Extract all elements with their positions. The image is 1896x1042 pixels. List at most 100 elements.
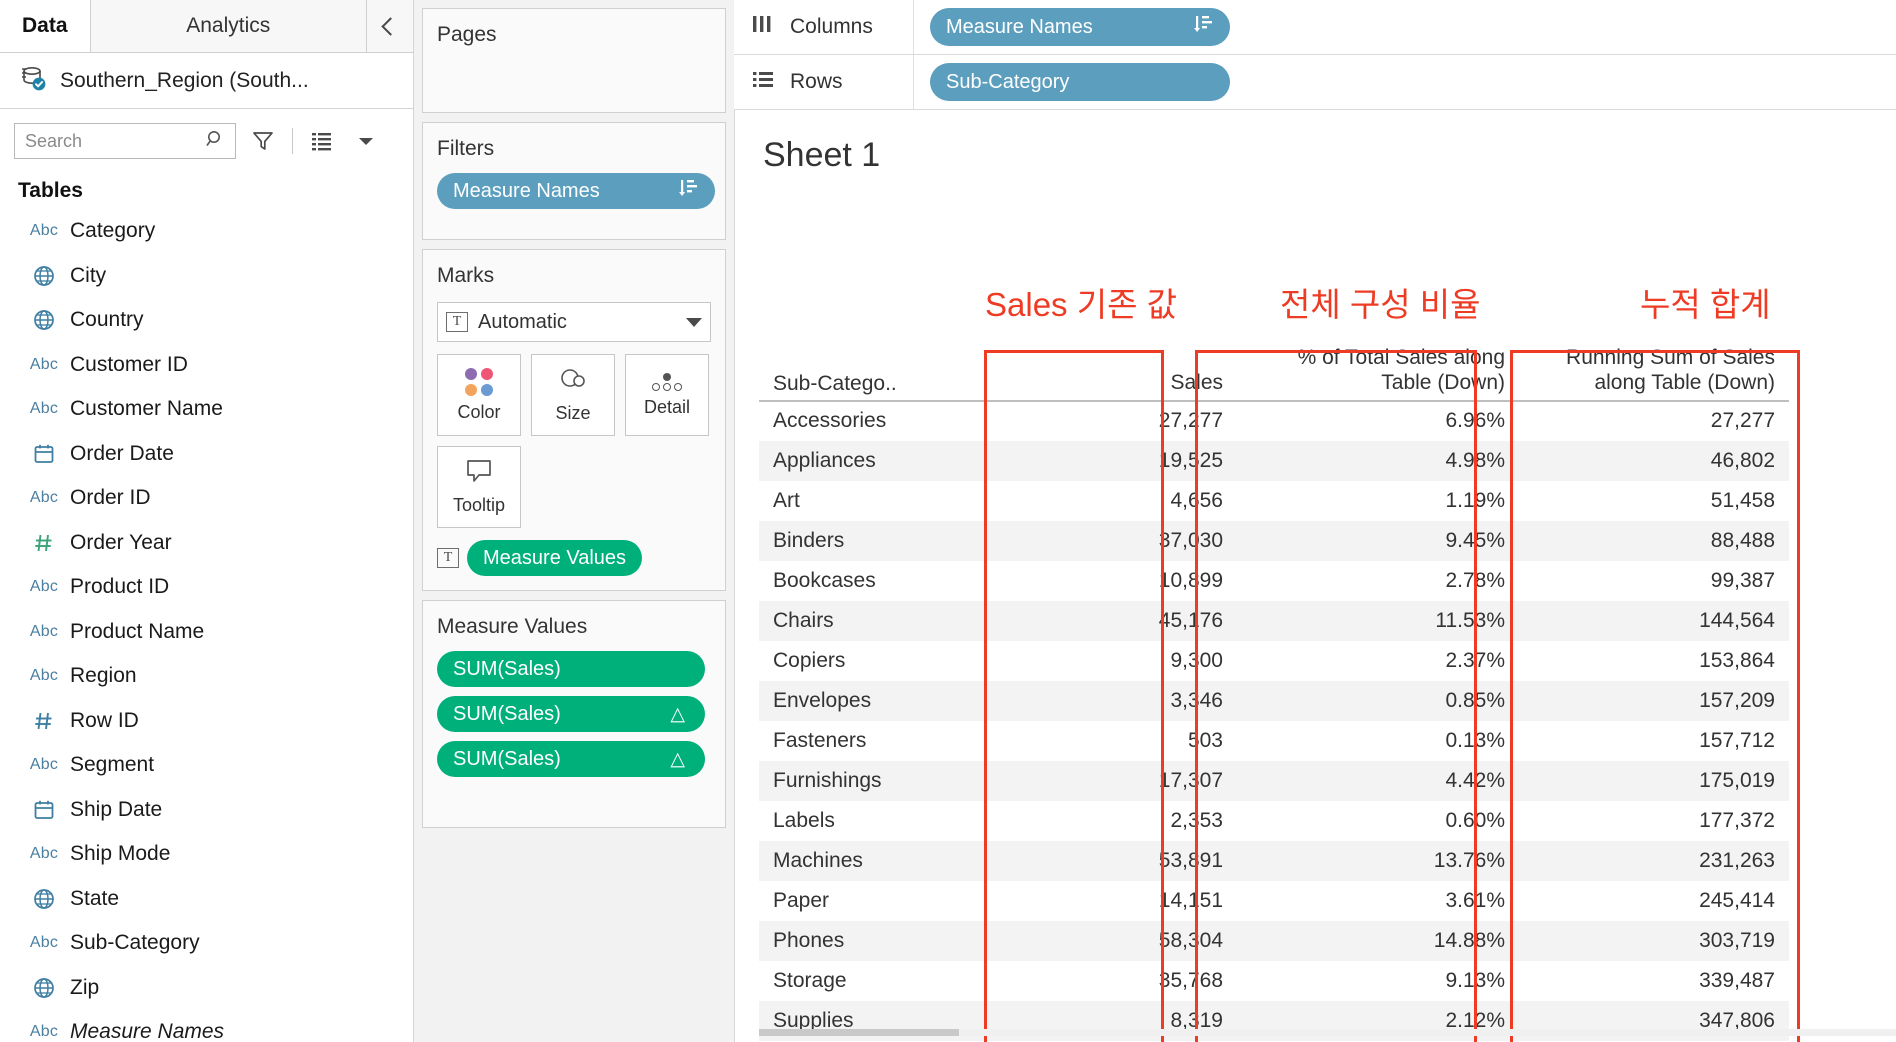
filter-pill-label: Measure Names	[453, 179, 600, 202]
cell-sales: 4,656	[1170, 488, 1223, 512]
cell-category: Accessories	[773, 409, 887, 433]
field-item[interactable]: Abc Region	[0, 654, 413, 699]
rows-shelf-drop[interactable]: Sub-Category	[914, 55, 1896, 109]
pages-card[interactable]: Pages	[422, 8, 726, 113]
cell-running: 177,372	[1699, 808, 1775, 832]
filters-title: Filters	[437, 137, 495, 160]
mark-type-dropdown[interactable]: T Automatic	[437, 302, 711, 342]
measure-value-pill[interactable]: SUM(Sales)	[437, 651, 705, 687]
text-mark-icon: T	[446, 312, 468, 332]
abc-text-icon: Abc	[29, 756, 59, 774]
field-item[interactable]: Order Date	[0, 432, 413, 477]
table-row[interactable]: Envelopes 3,346 0.85% 157,209	[759, 680, 1789, 721]
cell-sales: 9,300	[1170, 648, 1223, 672]
field-item[interactable]: Country	[0, 298, 413, 343]
table-row[interactable]: Fasteners 503 0.13% 157,712	[759, 721, 1789, 761]
marks-title: Marks	[437, 264, 495, 287]
column-header-pct-of-total[interactable]: % of Total Sales along Table (Down)	[1237, 346, 1519, 402]
size-button[interactable]: Size	[531, 354, 615, 436]
table-row[interactable]: Paper 14,151 3.61% 245,414	[759, 881, 1789, 921]
tab-data[interactable]: Data	[0, 0, 90, 52]
table-row[interactable]: Storage 35,768 9.13% 339,487	[759, 961, 1789, 1001]
measure-value-pill[interactable]: SUM(Sales) △	[437, 696, 705, 732]
field-item[interactable]: Ship Date	[0, 788, 413, 833]
detail-button[interactable]: Detail	[625, 354, 709, 436]
table-row[interactable]: Labels 2,353 0.60% 177,372	[759, 801, 1789, 841]
cell-pct: 3.61%	[1445, 888, 1505, 912]
tab-analytics[interactable]: Analytics	[89, 0, 367, 52]
hash-number-icon	[18, 531, 70, 555]
field-item[interactable]: Order Year	[0, 521, 413, 566]
table-row[interactable]: Phones 58,304 14.88% 303,719	[759, 920, 1789, 961]
marks-text-row: T Measure Values	[423, 528, 725, 576]
table-row[interactable]: Bookcases 10,899 2.78% 99,387	[759, 561, 1789, 601]
chevron-down-icon[interactable]	[349, 124, 383, 158]
size-circles-icon	[558, 366, 588, 397]
filter-pill-measure-names[interactable]: Measure Names	[437, 173, 715, 209]
horizontal-scrollbar[interactable]	[759, 1029, 1896, 1036]
field-item-measure-names[interactable]: Abc Measure Names	[0, 1010, 413, 1042]
measure-values-card: Measure Values SUM(Sales) SUM(Sales) △ S…	[422, 600, 726, 828]
cell-pct: 14.88%	[1237, 920, 1519, 961]
cell-pct: 0.85%	[1237, 680, 1519, 721]
field-item[interactable]: Row ID	[0, 699, 413, 744]
cell-category: Storage	[773, 968, 847, 992]
table-row[interactable]: Appliances 19,525 4.98% 46,802	[759, 440, 1789, 481]
field-item[interactable]: Zip	[0, 966, 413, 1011]
measure-value-pill[interactable]: SUM(Sales) △	[437, 741, 705, 777]
search-box[interactable]	[14, 123, 236, 159]
field-item[interactable]: City	[0, 254, 413, 299]
cell-category: Machines	[759, 840, 1057, 881]
detail-button-label: Detail	[643, 396, 691, 417]
tooltip-button[interactable]: Tooltip	[437, 446, 521, 528]
field-label: State	[70, 886, 120, 910]
text-pill-measure-values[interactable]: Measure Values	[467, 540, 643, 576]
columns-shelf[interactable]: Columns Measure Names	[734, 0, 1896, 55]
table-row[interactable]: Furnishings 17,307 4.42% 175,019	[759, 760, 1789, 801]
filter-icon[interactable]	[246, 124, 280, 158]
cell-sales: 3,346	[1057, 680, 1237, 721]
field-item[interactable]: State	[0, 877, 413, 922]
tables-header: Tables	[18, 179, 83, 202]
field-item[interactable]: Abc Product ID	[0, 565, 413, 610]
table-row[interactable]: Art 4,656 1.19% 51,458	[759, 481, 1789, 521]
columns-shelf-drop[interactable]: Measure Names	[914, 0, 1896, 54]
field-item[interactable]: Abc Customer Name	[0, 387, 413, 432]
search-input[interactable]	[25, 130, 205, 152]
cell-pct: 9.13%	[1445, 968, 1505, 992]
field-label: Category	[70, 219, 156, 243]
collapse-pane-button[interactable]	[367, 0, 413, 52]
table-row[interactable]: Chairs 45,176 11.53% 144,564	[759, 600, 1789, 641]
rows-shelf[interactable]: Rows Sub-Category	[734, 55, 1896, 110]
column-header-running-sum[interactable]: Running Sum of Sales along Table (Down)	[1519, 346, 1789, 402]
rows-pill-sub-category[interactable]: Sub-Category	[930, 63, 1230, 101]
field-item[interactable]: Abc Order ID	[0, 476, 413, 521]
field-label: Product ID	[70, 575, 170, 599]
field-item[interactable]: Abc Sub-Category	[0, 921, 413, 966]
field-item[interactable]: Abc Customer ID	[0, 343, 413, 388]
scrollbar-thumb[interactable]	[759, 1029, 959, 1036]
column-header-sales[interactable]: Sales	[1057, 346, 1237, 402]
calendar-date-icon	[18, 798, 70, 822]
rows-label: Rows	[790, 70, 843, 93]
field-item[interactable]: Abc Category	[0, 209, 413, 254]
field-item[interactable]: Abc Product Name	[0, 610, 413, 655]
columns-pill-measure-names[interactable]: Measure Names	[930, 8, 1230, 46]
table-row[interactable]: Machines 53,891 13.76% 231,263	[759, 840, 1789, 881]
cell-sales: 35,768	[1158, 968, 1223, 992]
field-item[interactable]: Abc Segment	[0, 743, 413, 788]
table-row[interactable]: Accessories 27,277 6.96% 27,277	[759, 401, 1789, 441]
grid-view-icon[interactable]	[305, 124, 339, 158]
column-header-subcategory[interactable]: Sub-Catego..	[759, 346, 1057, 402]
table-row[interactable]: Copiers 9,300 2.37% 153,864	[759, 641, 1789, 681]
color-button[interactable]: Color	[437, 354, 521, 436]
text-pill-label: Measure Values	[483, 546, 627, 569]
cell-sales: 58,304	[1057, 920, 1237, 961]
filters-card[interactable]: Filters Measure Names	[422, 122, 726, 240]
datasource-row[interactable]: Southern_Region (South...	[0, 53, 413, 109]
field-item[interactable]: Abc Ship Mode	[0, 832, 413, 877]
sort-icon	[1192, 15, 1212, 39]
marks-buttons: Color Size Detail Tooltip	[423, 342, 725, 528]
cell-pct: 9.45%	[1237, 520, 1519, 561]
table-row[interactable]: Binders 37,030 9.45% 88,488	[759, 520, 1789, 561]
